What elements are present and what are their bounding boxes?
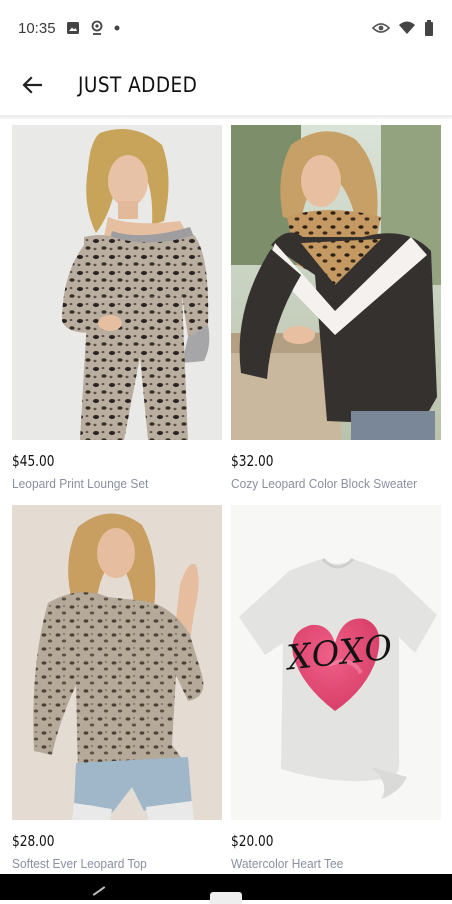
arrow-left-icon	[22, 76, 42, 94]
product-price: $20.00	[231, 832, 274, 850]
product-price: $45.00	[12, 452, 55, 470]
product-name: Cozy Leopard Color Block Sweater	[231, 476, 418, 491]
status-right	[372, 20, 434, 36]
eye-icon	[372, 22, 390, 34]
product-price: $32.00	[231, 452, 274, 470]
product-name: Leopard Print Lounge Set	[12, 476, 149, 491]
status-time: 10:35	[18, 19, 56, 37]
product-image[interactable]	[12, 125, 222, 440]
product-price: $28.00	[12, 832, 55, 850]
product-card[interactable]: $28.00 Softest Ever Leopard Top	[12, 505, 222, 871]
status-left: 10:35	[18, 20, 120, 37]
product-card[interactable]: XOXO $20.00 Watercolor Heart Tee	[231, 505, 441, 871]
nav-home-icon[interactable]	[210, 892, 242, 904]
header-divider	[0, 115, 452, 119]
app-bar: JUST ADDED	[0, 56, 452, 114]
nav-back-icon[interactable]	[92, 886, 106, 896]
product-image[interactable]	[231, 125, 441, 440]
product-name: Softest Ever Leopard Top	[12, 856, 147, 871]
back-button[interactable]	[12, 65, 52, 105]
product-name: Watercolor Heart Tee	[231, 856, 344, 871]
system-nav-bar	[0, 874, 452, 904]
product-image[interactable]: XOXO	[231, 505, 441, 820]
dot-icon	[114, 25, 120, 31]
wifi-icon	[398, 21, 416, 35]
location-icon	[90, 20, 104, 36]
image-icon	[66, 21, 80, 35]
status-bar: 10:35	[0, 0, 452, 56]
product-card[interactable]: $32.00 Cozy Leopard Color Block Sweater	[231, 125, 441, 491]
battery-icon	[424, 20, 434, 36]
product-image[interactable]	[12, 505, 222, 820]
product-card[interactable]: $45.00 Leopard Print Lounge Set	[12, 125, 222, 491]
page-title: JUST ADDED	[78, 73, 198, 97]
